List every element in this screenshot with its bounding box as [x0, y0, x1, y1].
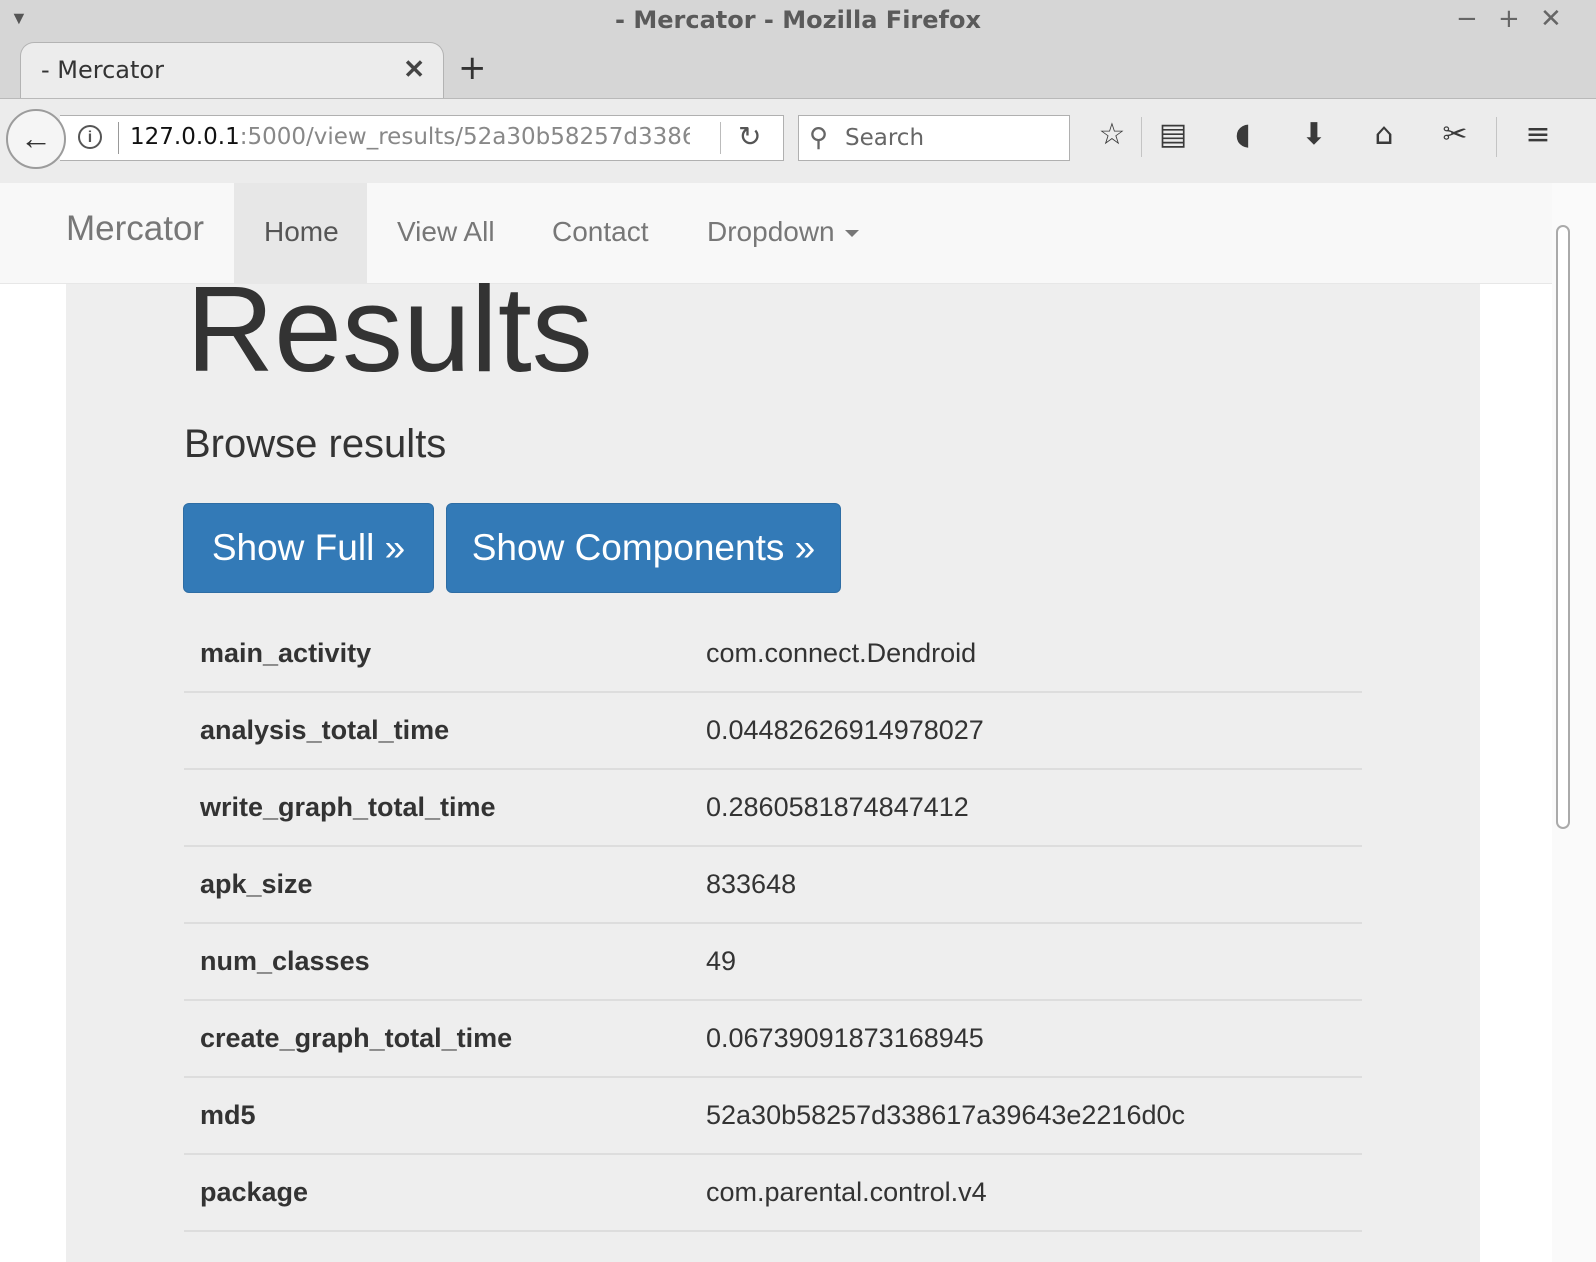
tab-title: - Mercator	[41, 56, 164, 84]
site-info-icon[interactable]: i	[78, 125, 102, 149]
back-arrow-icon: ←	[20, 120, 52, 156]
result-key: md5	[184, 1077, 690, 1155]
result-key: apk_size	[184, 846, 690, 924]
maximize-icon[interactable]: +	[1498, 4, 1520, 34]
nav-item-label: Home	[264, 216, 339, 247]
jumbotron: Results Browse results Show Full » Show …	[66, 262, 1480, 1262]
url-path: :5000/view_results/52a30b58257d33861	[239, 124, 690, 150]
search-input[interactable]: ⚲ Search	[798, 115, 1070, 161]
table-row: num_classes 49	[184, 923, 1362, 1001]
search-placeholder: Search	[845, 125, 925, 151]
urlbar-divider	[720, 122, 721, 154]
nav-item-label: Contact	[552, 216, 649, 247]
show-full-button[interactable]: Show Full »	[183, 503, 434, 593]
show-components-button[interactable]: Show Components »	[446, 503, 841, 593]
reload-icon[interactable]: ↻	[738, 120, 761, 153]
results-table: main_activity com.connect.Dendroid analy…	[184, 616, 1362, 1232]
table-row: md5 52a30b58257d338617a39643e2216d0c	[184, 1077, 1362, 1155]
urlbar-divider	[118, 122, 119, 154]
reading-list-icon[interactable]: ▤	[1153, 117, 1193, 152]
result-key: analysis_total_time	[184, 692, 690, 770]
browser-toolbar: i 127.0.0.1:5000/view_results/52a30b5825…	[0, 99, 1596, 184]
url-host: 127.0.0.1	[130, 124, 240, 150]
result-key: num_classes	[184, 923, 690, 1001]
result-key: package	[184, 1154, 690, 1232]
back-button[interactable]: ←	[6, 109, 66, 169]
result-value: 0.2860581874847412	[690, 769, 1362, 847]
window-titlebar: ▼ - Mercator - Mozilla Firefox − + ✕	[0, 0, 1596, 38]
result-value: 833648	[690, 846, 1362, 924]
nav-item-dropdown[interactable]: Dropdown	[677, 183, 889, 283]
new-tab-icon[interactable]: +	[458, 48, 487, 88]
table-row: write_graph_total_time 0.286058187484741…	[184, 769, 1362, 847]
table-row: create_graph_total_time 0.06739091873168…	[184, 1000, 1362, 1078]
window-title: - Mercator - Mozilla Firefox	[615, 6, 981, 34]
nav-item-label: Dropdown	[707, 216, 835, 247]
url-text[interactable]: 127.0.0.1:5000/view_results/52a30b58257d…	[130, 124, 690, 150]
tab-strip: - Mercator ✕ +	[0, 38, 1596, 99]
result-value: 0.06739091873168945	[690, 1000, 1362, 1078]
toolbar-divider	[1141, 117, 1142, 157]
table-row: apk_size 833648	[184, 846, 1362, 924]
result-value: com.connect.Dendroid	[690, 616, 1362, 693]
result-value: 49	[690, 923, 1362, 1001]
caret-down-icon	[844, 230, 859, 238]
result-value: com.parental.control.v4	[690, 1154, 1362, 1232]
minimize-icon[interactable]: −	[1456, 4, 1478, 34]
pocket-icon[interactable]: ◖	[1223, 117, 1263, 152]
url-bar[interactable]: i 127.0.0.1:5000/view_results/52a30b5825…	[60, 115, 784, 161]
search-icon: ⚲	[809, 122, 829, 152]
customize-icon[interactable]: ✂	[1435, 117, 1475, 152]
page-subtitle: Browse results	[184, 422, 447, 466]
table-row: package com.parental.control.v4	[184, 1154, 1362, 1232]
browser-tab[interactable]: - Mercator ✕	[20, 42, 444, 98]
brand-link[interactable]: Mercator	[66, 209, 204, 249]
downloads-icon[interactable]: ⬇	[1294, 117, 1334, 152]
result-value: 0.04482626914978027	[690, 692, 1362, 770]
table-row: analysis_total_time 0.04482626914978027	[184, 692, 1362, 770]
home-icon[interactable]: ⌂	[1364, 117, 1404, 152]
table-row: main_activity com.connect.Dendroid	[184, 616, 1362, 693]
close-window-icon[interactable]: ✕	[1540, 4, 1562, 34]
tab-close-icon[interactable]: ✕	[403, 54, 425, 85]
hamburger-menu-icon[interactable]: ≡	[1518, 117, 1558, 152]
toolbar-divider	[1496, 117, 1497, 157]
page-title: Results	[186, 261, 593, 397]
result-key: write_graph_total_time	[184, 769, 690, 847]
scrollbar-thumb[interactable]	[1556, 225, 1570, 829]
nav-item-label: View All	[397, 216, 495, 247]
result-key: main_activity	[184, 616, 690, 693]
result-key: create_graph_total_time	[184, 1000, 690, 1078]
result-value: 52a30b58257d338617a39643e2216d0c	[690, 1077, 1362, 1155]
bookmark-star-icon[interactable]: ☆	[1092, 117, 1132, 152]
